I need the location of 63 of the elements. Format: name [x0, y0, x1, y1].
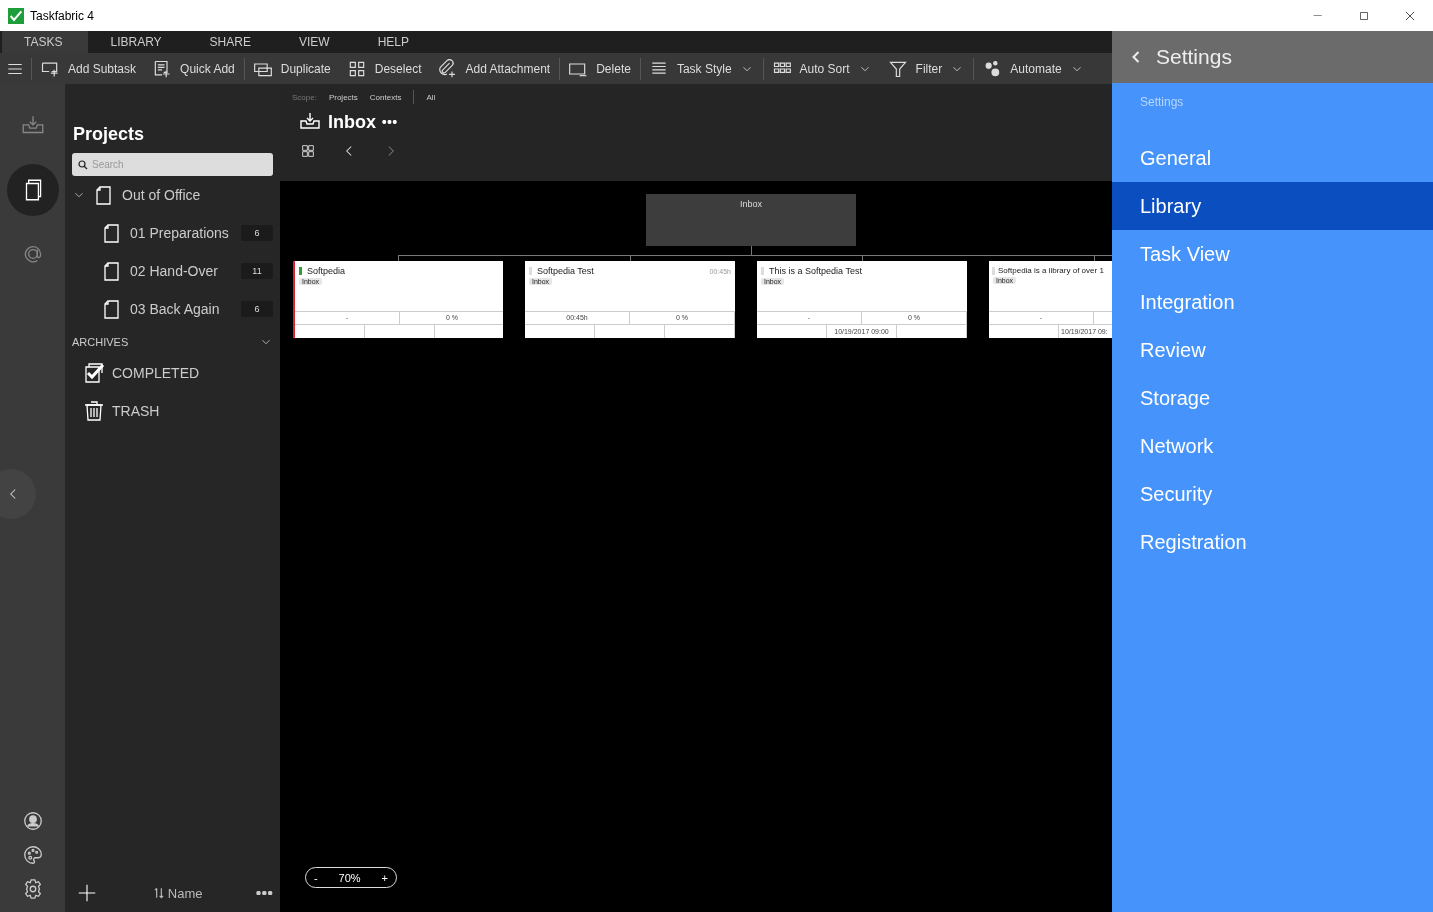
toolbar-button[interactable]: Quick Add: [144, 53, 243, 84]
toolbar-button[interactable]: Deselect: [338, 53, 430, 84]
scope-link[interactable]: All: [426, 92, 436, 102]
card-title: Softpedia is a library of over 1: [998, 266, 1104, 275]
menu-tab[interactable]: VIEW: [276, 31, 356, 53]
menu-tab[interactable]: HELP: [355, 31, 435, 53]
rail-button[interactable]: [21, 844, 44, 866]
palette-icon: [21, 844, 44, 866]
root-node[interactable]: Inbox: [646, 194, 856, 246]
more-icon: [256, 890, 273, 896]
trash-icon: [82, 399, 106, 423]
card-title: Softpedia: [307, 266, 346, 276]
panel-title: Projects: [73, 124, 146, 145]
grid-icon: [300, 143, 316, 159]
card-title: Softpedia Test: [537, 266, 594, 276]
toolbar-button[interactable]: Add Attachment: [429, 53, 559, 84]
layout-button[interactable]: [300, 143, 316, 159]
add-button[interactable]: [76, 882, 98, 904]
list-add-icon: [152, 58, 173, 79]
checkbox-icon: [82, 361, 106, 385]
search-icon: [77, 159, 89, 171]
more-button[interactable]: [382, 120, 397, 124]
sort-button[interactable]: Name: [151, 885, 203, 901]
tree-item[interactable]: 01 Preparations 6: [72, 214, 273, 252]
menu-tab[interactable]: LIBRARY: [88, 31, 188, 53]
card-title: This is a Softpedia Test: [769, 266, 862, 276]
tree-item[interactable]: 02 Hand-Over 11: [72, 252, 273, 290]
count-badge: 6: [241, 301, 273, 317]
count-badge: 11: [241, 263, 273, 279]
toolbar-button[interactable]: Add Subtask: [31, 57, 145, 80]
breadcrumb: Settings: [1139, 94, 1185, 111]
settings-item[interactable]: Library: [1112, 182, 1433, 230]
scope-label: Scope:: [292, 92, 317, 102]
rail-button[interactable]: [21, 810, 44, 832]
maximize-icon: [1358, 9, 1370, 22]
plus-icon: [76, 882, 98, 904]
tree-item[interactable]: Out of Office: [72, 176, 273, 214]
toolbar-button[interactable]: Task Style: [639, 57, 762, 80]
more-button[interactable]: [256, 890, 273, 896]
panel-title: Settings: [1156, 45, 1232, 69]
paperclip-icon: [437, 58, 458, 79]
minimize-icon: [1313, 14, 1323, 17]
user-icon: [21, 810, 44, 832]
toolbar-button[interactable]: Filter: [879, 53, 973, 84]
scope-link[interactable]: Contexts: [369, 92, 402, 102]
toolbar-button[interactable]: Automate: [973, 57, 1092, 80]
scope-link[interactable]: Projects: [328, 92, 358, 102]
archive-item[interactable]: COMPLETED: [72, 354, 273, 392]
window-title: Taskfabric 4: [30, 8, 96, 23]
toolbar-button[interactable]: Duplicate: [243, 57, 339, 80]
toolbar-button[interactable]: Auto Sort: [762, 57, 880, 80]
rail-button[interactable]: [6, 164, 59, 216]
more-icon: [382, 120, 397, 124]
view-title: Inbox: [328, 111, 376, 133]
search-field[interactable]: Search: [72, 153, 273, 176]
menu-tab[interactable]: SHARE: [187, 31, 277, 53]
tree-item[interactable]: 03 Back Again 6: [72, 290, 273, 328]
toolbar-button[interactable]: Delete: [559, 57, 639, 80]
count-badge: 6: [241, 225, 273, 241]
archive-item[interactable]: TRASH: [72, 392, 273, 430]
section-heading: ARCHIVES: [72, 336, 129, 348]
app-logo-icon: [8, 7, 24, 24]
menu-tab[interactable]: TASKS: [2, 31, 89, 53]
